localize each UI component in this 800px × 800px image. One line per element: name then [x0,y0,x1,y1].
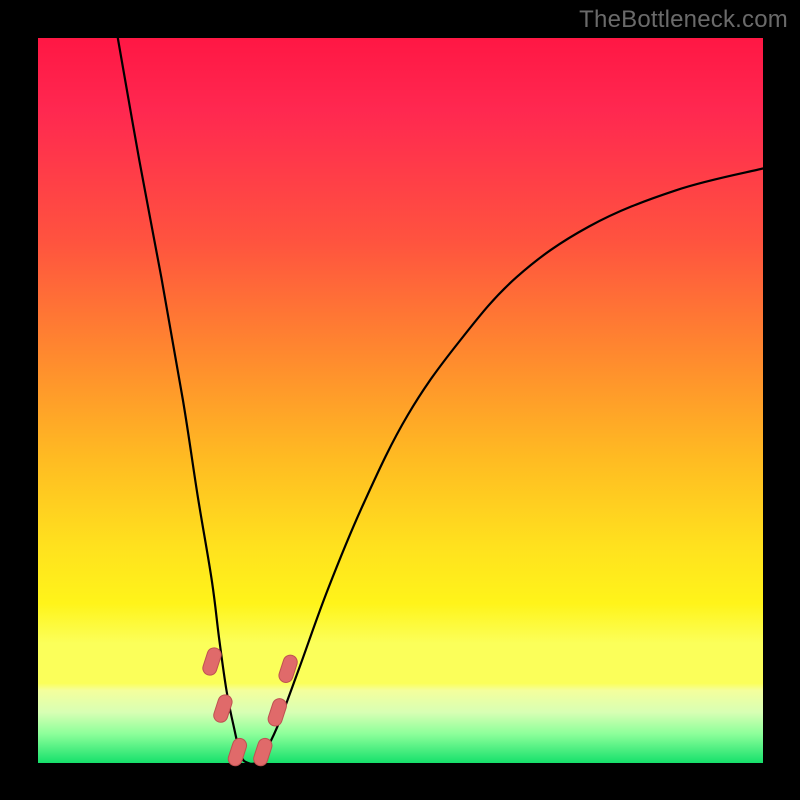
nodule-marker [266,697,288,728]
nodule-marker [212,693,234,724]
nodule-group [201,646,299,768]
nodule-marker [252,737,274,768]
chart-svg [38,38,763,763]
frame: TheBottleneck.com [0,0,800,800]
nodule-marker [201,646,223,677]
watermark-text: TheBottleneck.com [579,6,788,34]
nodule-marker [226,737,248,768]
plot-area [38,38,763,763]
